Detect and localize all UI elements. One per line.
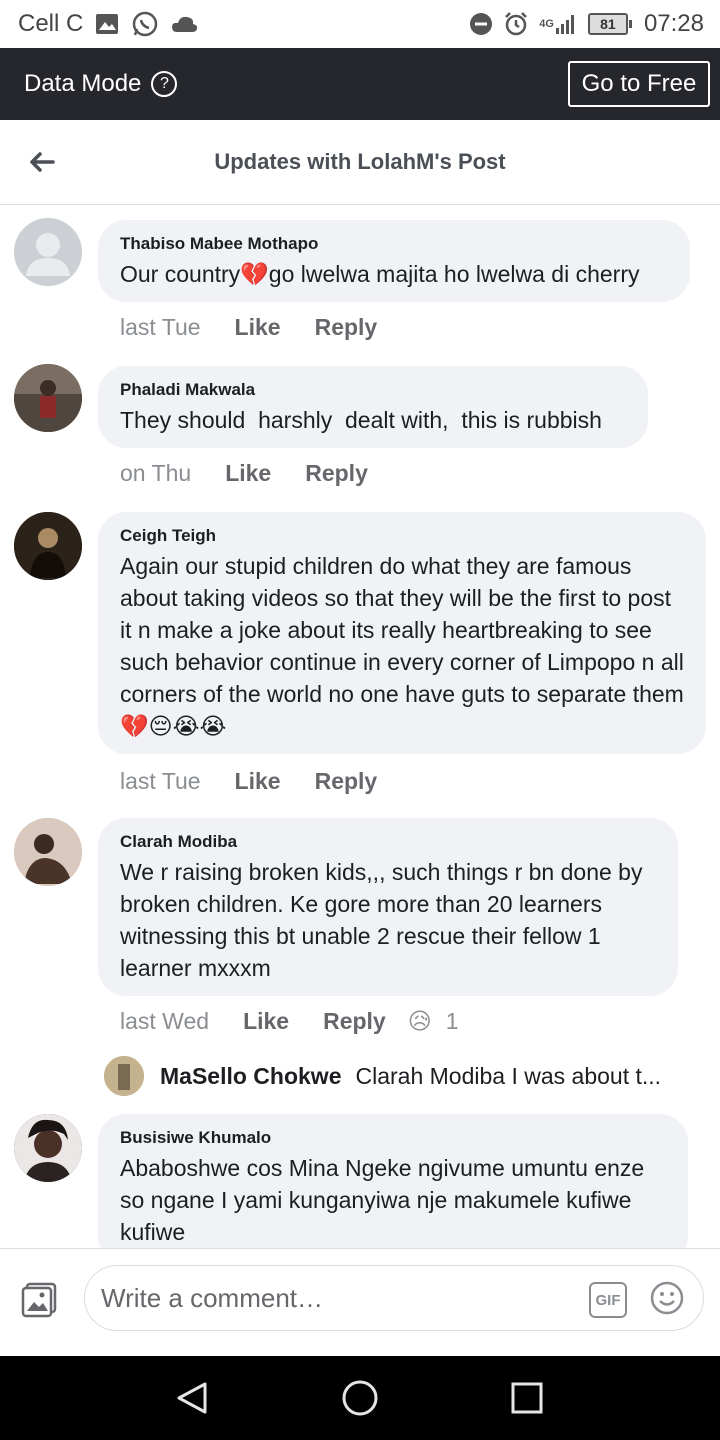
reply-button[interactable]: Reply <box>305 460 368 487</box>
carrier-name: Cell C <box>18 10 84 37</box>
signal-icon: 4G <box>539 13 578 35</box>
comments-list[interactable]: Thabiso Mabee Mothapo Our country💔go lwe… <box>0 204 720 1248</box>
avatar[interactable] <box>14 218 82 286</box>
avatar[interactable] <box>14 818 82 886</box>
comment-bubble[interactable]: Ceigh Teigh Again our stupid children do… <box>98 512 706 754</box>
system-nav-bar <box>0 1356 720 1440</box>
comment-actions: on Thu Like Reply <box>120 460 368 487</box>
photo-icon[interactable] <box>20 1281 58 1319</box>
reply-button[interactable]: Reply <box>323 1008 386 1035</box>
do-not-disturb-icon <box>469 12 493 36</box>
comment-author[interactable]: Busisiwe Khumalo <box>120 1128 666 1148</box>
comment-actions: last Wed Like Reply 😥 1 <box>120 1008 459 1035</box>
emoji-icon[interactable] <box>649 1280 685 1316</box>
comment-actions: last Tue Like Reply <box>120 314 377 341</box>
like-button[interactable]: Like <box>235 768 281 795</box>
reply-author[interactable]: MaSello Chokwe <box>160 1063 341 1090</box>
comment-author[interactable]: Clarah Modiba <box>120 832 656 852</box>
comment-text: Again our stupid children do what they a… <box>120 553 684 739</box>
reply-button[interactable]: Reply <box>315 768 378 795</box>
comment-author[interactable]: Phaladi Makwala <box>120 380 626 400</box>
reply-preview[interactable]: MaSello Chokwe Clarah Modiba I was about… <box>104 1056 704 1096</box>
reaction-count: 1 <box>445 1008 459 1034</box>
go-to-free-button[interactable]: Go to Free <box>568 61 710 107</box>
gif-button[interactable]: GIF <box>589 1282 627 1318</box>
comment-time[interactable]: last Tue <box>120 314 201 341</box>
battery-level: 81 <box>600 16 616 32</box>
nav-home-icon[interactable] <box>340 1378 380 1418</box>
comment-text: We r raising broken kids,,, such things … <box>120 859 643 981</box>
page-header: Updates with LolahM's Post <box>0 120 720 205</box>
help-icon[interactable]: ? <box>151 71 178 97</box>
like-button[interactable]: Like <box>225 460 271 487</box>
data-mode-label: Data Mode <box>24 70 142 97</box>
reply-text: Clarah Modiba I was about t... <box>355 1062 662 1089</box>
comment-composer: Write a comment… GIF <box>0 1248 720 1356</box>
comment-text: They should harshly dealt with, this is … <box>120 407 602 433</box>
comment-time[interactable]: last Wed <box>120 1008 209 1035</box>
comment-author[interactable]: Ceigh Teigh <box>120 526 684 546</box>
sad-reaction-icon: 😥 <box>407 1008 432 1034</box>
reply-button[interactable]: Reply <box>315 314 378 341</box>
nav-recents-icon[interactable] <box>507 1378 547 1418</box>
avatar[interactable] <box>14 512 82 580</box>
comment-placeholder: Write a comment… <box>101 1282 324 1313</box>
whatsapp-icon <box>131 10 159 38</box>
comment-author[interactable]: Thabiso Mabee Mothapo <box>120 234 668 254</box>
network-type: 4G <box>539 18 554 30</box>
comment-bubble[interactable]: Thabiso Mabee Mothapo Our country💔go lwe… <box>98 220 690 302</box>
data-mode-bar: Data Mode ? Go to Free <box>0 48 720 120</box>
battery-icon: 81 <box>587 13 632 35</box>
alarm-icon <box>503 11 529 37</box>
comment-time[interactable]: last Tue <box>120 768 201 795</box>
status-bar: Cell C 4G 81 07:28 <box>0 0 720 48</box>
gallery-icon <box>95 13 119 35</box>
comment-bubble[interactable]: Phaladi Makwala They should harshly deal… <box>98 366 648 448</box>
comment-actions: last Tue Like Reply <box>120 768 377 795</box>
like-button[interactable]: Like <box>243 1008 289 1035</box>
comment-bubble[interactable]: Busisiwe Khumalo Ababoshwe cos Mina Ngek… <box>98 1114 688 1248</box>
cloud-icon <box>171 14 199 34</box>
comment-text: Our country💔go lwelwa majita ho lwelwa d… <box>120 261 640 287</box>
nav-back-icon[interactable] <box>173 1378 213 1418</box>
arrow-left-icon[interactable] <box>26 146 58 178</box>
reaction-summary[interactable]: 😥 1 <box>408 1008 459 1035</box>
comment-time[interactable]: on Thu <box>120 460 191 487</box>
comment-bubble[interactable]: Clarah Modiba We r raising broken kids,,… <box>98 818 678 996</box>
clock: 07:28 <box>643 10 704 37</box>
comment-input[interactable]: Write a comment… GIF <box>84 1265 704 1331</box>
like-button[interactable]: Like <box>235 314 281 341</box>
avatar[interactable] <box>104 1056 144 1096</box>
comment-text: Ababoshwe cos Mina Ngeke ngivume umuntu … <box>120 1155 645 1245</box>
avatar[interactable] <box>14 1114 82 1182</box>
page-title: Updates with LolahM's Post <box>214 149 506 174</box>
avatar[interactable] <box>14 364 82 432</box>
